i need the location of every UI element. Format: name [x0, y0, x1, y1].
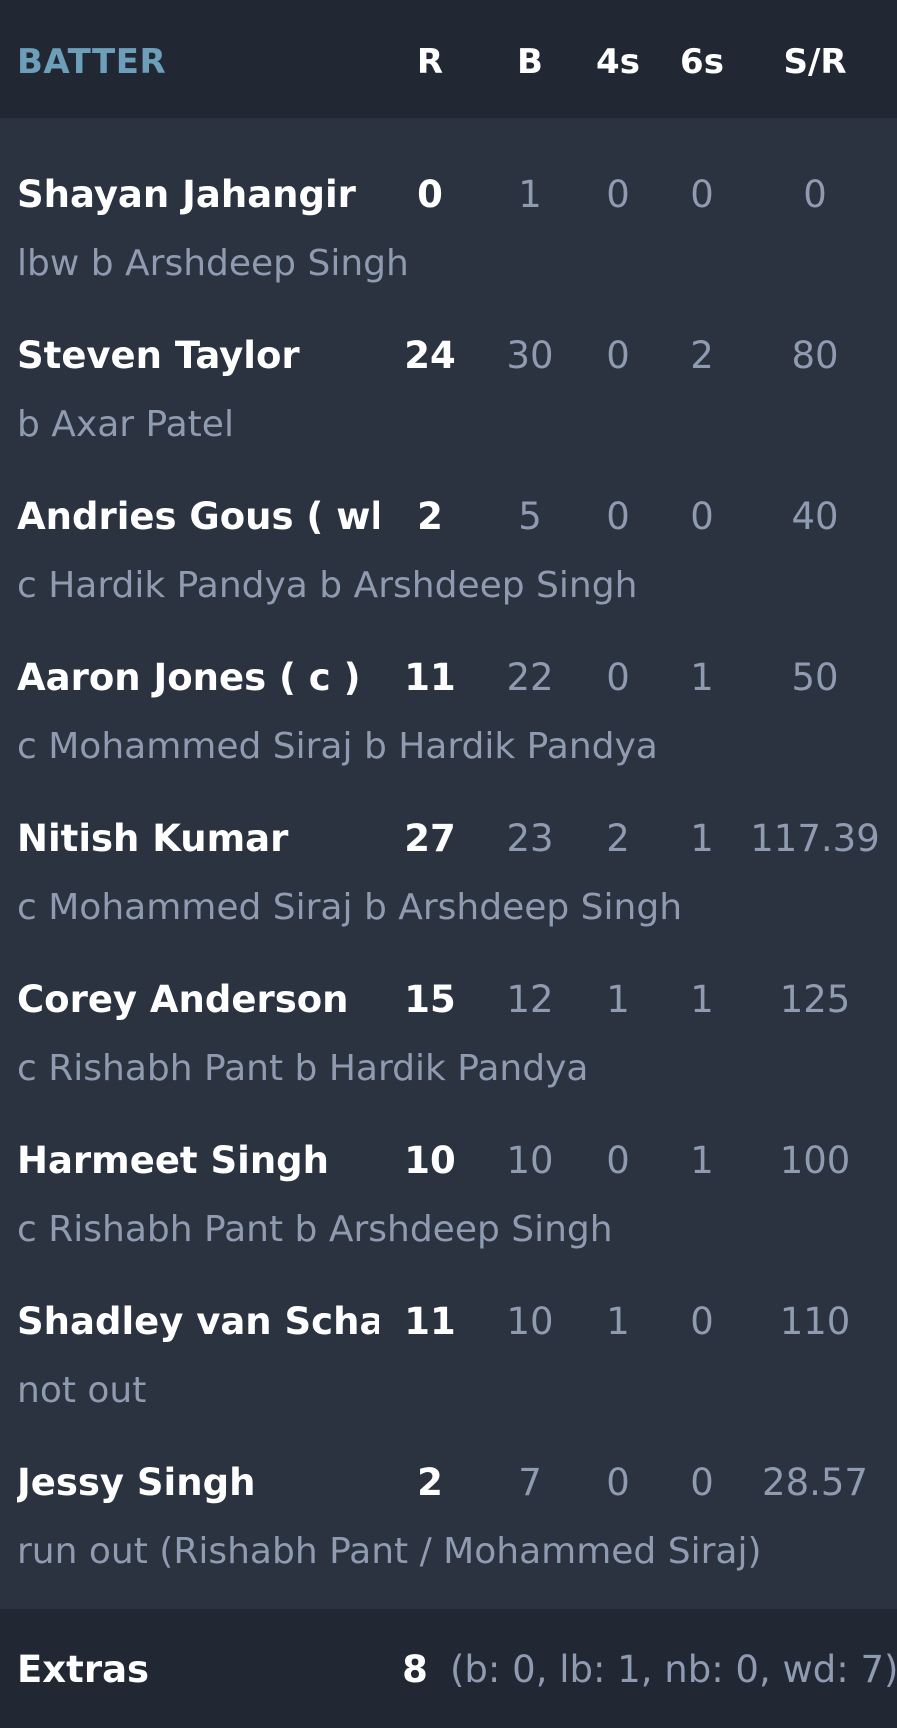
batter-row[interactable]: Jessy Singh 2 7 0 0 28.57 run out (Risha… [0, 1436, 897, 1597]
batter-dismissal: c Mohammed Siraj b Arshdeep Singh [17, 887, 683, 928]
batter-strike-rate: 110 [779, 1300, 851, 1343]
batter-runs: 15 [404, 978, 456, 1021]
batter-runs: 10 [404, 1139, 456, 1182]
batter-fours: 2 [606, 817, 630, 860]
batter-fours: 0 [606, 173, 630, 216]
extras-label: Extras [17, 1648, 150, 1691]
batter-balls: 1 [518, 173, 542, 216]
header-sixes: 6s [680, 42, 724, 82]
batter-row[interactable]: Shadley van Scha... 11 10 1 0 110 not ou… [0, 1275, 897, 1436]
batter-sixes: 0 [690, 1461, 714, 1504]
batter-dismissal: b Axar Patel [17, 404, 234, 445]
batter-sixes: 1 [690, 1139, 714, 1182]
batter-fours: 0 [606, 1139, 630, 1182]
batter-row[interactable]: Steven Taylor 24 30 0 2 80 b Axar Patel [0, 309, 897, 470]
batter-runs: 2 [417, 495, 443, 538]
batter-strike-rate: 40 [791, 495, 839, 538]
batter-name[interactable]: Corey Anderson [17, 977, 379, 1023]
batter-balls: 7 [518, 1461, 542, 1504]
batter-row[interactable]: Corey Anderson 15 12 1 1 125 c Rishabh P… [0, 953, 897, 1114]
batter-fours: 0 [606, 495, 630, 538]
batter-row[interactable]: Nitish Kumar 27 23 2 1 117.39 c Mohammed… [0, 792, 897, 953]
batter-runs: 0 [417, 173, 443, 216]
batter-strike-rate: 100 [779, 1139, 851, 1182]
header-runs: R [416, 42, 444, 82]
batter-strike-rate: 28.57 [762, 1461, 868, 1504]
batter-runs: 24 [404, 334, 456, 377]
batter-sixes: 0 [690, 495, 714, 538]
extras-breakdown: (b: 0, lb: 1, nb: 0, wd: 7) [450, 1648, 897, 1691]
batter-name[interactable]: Nitish Kumar [17, 816, 379, 862]
batter-name[interactable]: Aaron Jones ( c ) [17, 655, 379, 701]
batter-dismissal: c Rishabh Pant b Hardik Pandya [17, 1048, 589, 1089]
batter-runs: 11 [404, 1300, 456, 1343]
batter-balls: 23 [506, 817, 554, 860]
header-batter: BATTER [17, 42, 167, 82]
batter-name[interactable]: Jessy Singh [17, 1460, 379, 1506]
header-strike-rate: S/R [783, 42, 847, 82]
batter-runs: 11 [404, 656, 456, 699]
batter-fours: 1 [606, 1300, 630, 1343]
batter-row[interactable]: Harmeet Singh 10 10 0 1 100 c Rishabh Pa… [0, 1114, 897, 1275]
batter-strike-rate: 117.39 [750, 817, 880, 860]
batter-balls: 30 [506, 334, 554, 377]
batter-strike-rate: 80 [791, 334, 839, 377]
batter-balls: 5 [518, 495, 542, 538]
batter-row[interactable]: Andries Gous ( wk ) 2 5 0 0 40 c Hardik … [0, 470, 897, 631]
batter-row[interactable]: Shayan Jahangir 0 1 0 0 0 lbw b Arshdeep… [0, 148, 897, 309]
batter-balls: 10 [506, 1300, 554, 1343]
batter-dismissal: run out (Rishabh Pant / Mohammed Siraj) [17, 1531, 762, 1572]
batter-name[interactable]: Shadley van Scha... [17, 1299, 379, 1345]
batter-dismissal: c Mohammed Siraj b Hardik Pandya [17, 726, 658, 767]
batter-sixes: 1 [690, 978, 714, 1021]
batter-sixes: 1 [690, 817, 714, 860]
batter-balls: 10 [506, 1139, 554, 1182]
scorecard-header: BATTER R B 4s 6s S/R [0, 0, 897, 118]
batter-fours: 0 [606, 656, 630, 699]
batter-dismissal: c Rishabh Pant b Arshdeep Singh [17, 1209, 613, 1250]
header-balls: B [517, 42, 543, 82]
batter-dismissal: c Hardik Pandya b Arshdeep Singh [17, 565, 638, 606]
batter-strike-rate: 0 [803, 173, 827, 216]
batter-sixes: 0 [690, 173, 714, 216]
extras-row: Extras 8 (b: 0, lb: 1, nb: 0, wd: 7) [0, 1609, 897, 1728]
batter-strike-rate: 50 [791, 656, 839, 699]
header-fours: 4s [596, 42, 640, 82]
batter-fours: 1 [606, 978, 630, 1021]
batter-fours: 0 [606, 334, 630, 377]
batter-name[interactable]: Andries Gous ( wk ) [17, 494, 379, 540]
batter-sixes: 2 [690, 334, 714, 377]
batter-balls: 12 [506, 978, 554, 1021]
batter-name[interactable]: Steven Taylor [17, 333, 379, 379]
batter-name[interactable]: Harmeet Singh [17, 1138, 379, 1184]
batter-runs: 27 [404, 817, 456, 860]
batter-list: Shayan Jahangir 0 1 0 0 0 lbw b Arshdeep… [0, 148, 897, 1639]
batter-runs: 2 [417, 1461, 443, 1504]
batter-fours: 0 [606, 1461, 630, 1504]
extras-total: 8 [402, 1648, 428, 1691]
batter-name[interactable]: Shayan Jahangir [17, 172, 379, 218]
batter-strike-rate: 125 [779, 978, 851, 1021]
batting-scorecard: BATTER R B 4s 6s S/R Shayan Jahangir 0 1… [0, 0, 897, 1728]
batter-balls: 22 [506, 656, 554, 699]
batter-dismissal: lbw b Arshdeep Singh [17, 243, 409, 284]
batter-sixes: 0 [690, 1300, 714, 1343]
batter-sixes: 1 [690, 656, 714, 699]
batter-dismissal: not out [17, 1370, 147, 1411]
batter-row[interactable]: Aaron Jones ( c ) 11 22 0 1 50 c Mohamme… [0, 631, 897, 792]
